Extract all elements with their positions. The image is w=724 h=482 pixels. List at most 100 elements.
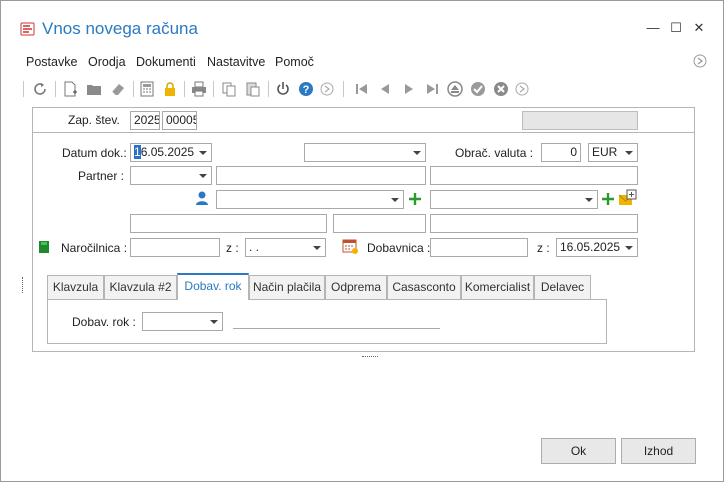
maximize-button[interactable]: ☐ <box>668 20 684 36</box>
calendar-icon <box>342 239 358 254</box>
currency-select[interactable]: EUR <box>588 143 638 162</box>
document-number-row: Zap. štev. 2025 00005 <box>33 108 694 133</box>
open-folder-icon[interactable] <box>85 79 103 99</box>
last-record-icon[interactable] <box>423 79 441 99</box>
tab-odprema[interactable]: Odprema <box>325 275 387 299</box>
window-title: Vnos novega računa <box>42 19 198 38</box>
svg-text:?: ? <box>303 84 310 96</box>
chevron-down-icon <box>199 174 207 178</box>
address-select[interactable] <box>430 190 598 209</box>
first-record-icon[interactable] <box>353 79 371 99</box>
datum-dok-field[interactable]: 16.05.2025 <box>130 143 212 162</box>
toolbar-separator <box>23 81 24 97</box>
lock-icon[interactable] <box>161 79 179 99</box>
copy-icon[interactable] <box>220 79 238 99</box>
tab-dobav-rok[interactable]: Dobav. rok <box>177 273 249 300</box>
partner-name-field[interactable] <box>216 166 426 185</box>
document-type-select[interactable] <box>304 143 426 162</box>
forward-circle-icon[interactable] <box>513 79 531 99</box>
previous-record-icon[interactable] <box>376 79 394 99</box>
dobavnica-z-label: z : <box>537 241 550 255</box>
chevron-down-icon <box>625 246 633 250</box>
toolbar-separator <box>268 81 269 97</box>
mail-icon[interactable] <box>618 189 638 207</box>
empty-field-2[interactable] <box>333 214 426 233</box>
refresh-icon[interactable] <box>31 79 49 99</box>
tab-content-dobav-rok: Dobav. rok : <box>47 299 607 344</box>
tab-komercialist[interactable]: Komercialist <box>461 275 534 299</box>
cancel-icon[interactable] <box>492 79 510 99</box>
dobavnica-date-field[interactable]: 16.05.2025 <box>556 238 638 257</box>
ok-button[interactable]: Ok <box>541 438 616 464</box>
splitter-handle[interactable] <box>22 277 24 293</box>
help-icon[interactable]: ? <box>297 79 315 99</box>
chevron-down-icon <box>625 151 633 155</box>
tab-nacin-placila[interactable]: Način plačila <box>249 275 325 299</box>
next-record-icon[interactable] <box>400 79 418 99</box>
add-address-icon[interactable] <box>601 192 615 206</box>
splitter-handle[interactable] <box>362 356 378 358</box>
number-field[interactable]: 00005 <box>162 111 197 130</box>
forward-circle-icon[interactable] <box>693 54 707 68</box>
toolbar-separator <box>55 81 56 97</box>
menu-orodja[interactable]: Orodja <box>88 55 126 69</box>
dialog-window: Vnos novega računa — ☐ ✕ Postavke Orodja… <box>0 0 724 482</box>
close-button[interactable]: ✕ <box>691 20 707 36</box>
minimize-button[interactable]: — <box>645 20 661 36</box>
tab-klavzula[interactable]: Klavzula <box>47 275 104 299</box>
partner-code-select[interactable] <box>130 166 212 185</box>
menu-postavke[interactable]: Postavke <box>26 55 77 69</box>
valuta-label: Obrač. valuta : <box>455 146 534 160</box>
empty-field-1[interactable] <box>130 214 327 233</box>
new-document-icon[interactable] <box>61 79 79 99</box>
narocilnica-label: Naročilnica : <box>61 241 128 255</box>
contact-person-icon[interactable] <box>195 191 209 206</box>
paste-icon[interactable] <box>244 79 262 99</box>
empty-field-3[interactable] <box>430 214 638 233</box>
dobav-rok-description-line[interactable] <box>233 328 440 329</box>
power-icon[interactable] <box>274 79 292 99</box>
narocilnica-z-label: z : <box>226 241 239 255</box>
menu-pomoc[interactable]: Pomoč <box>275 55 314 69</box>
menu-nastavitve[interactable]: Nastavitve <box>207 55 265 69</box>
dobavnica-field[interactable] <box>430 238 528 257</box>
confirm-icon[interactable] <box>469 79 487 99</box>
add-contact-icon[interactable] <box>408 192 422 206</box>
menu-dokumenti[interactable]: Dokumenti <box>136 55 196 69</box>
exit-button[interactable]: Izhod <box>621 438 696 464</box>
chevron-down-icon <box>413 151 421 155</box>
exchange-rate-field[interactable]: 0 <box>541 143 581 162</box>
toolbar-separator <box>133 81 134 97</box>
year-field[interactable]: 2025 <box>130 111 160 130</box>
eject-icon[interactable] <box>446 79 464 99</box>
print-icon[interactable] <box>190 79 208 99</box>
app-logo-icon <box>20 22 35 36</box>
order-book-icon <box>39 241 49 253</box>
toolbar-separator <box>184 81 185 97</box>
narocilnica-date-field[interactable]: . . <box>245 238 326 257</box>
datum-dok-value: 6.05.2025 <box>140 145 195 159</box>
title-bar: Vnos novega računa — ☐ ✕ <box>1 1 723 49</box>
calculator-icon[interactable] <box>138 79 156 99</box>
date-cursor: 1 <box>134 145 141 159</box>
datum-dok-label: Datum dok.: <box>62 146 127 160</box>
partner-extra-field[interactable] <box>430 166 638 185</box>
contact-select[interactable] <box>216 190 404 209</box>
chevron-down-icon <box>585 198 593 202</box>
chevron-down-icon <box>199 151 207 155</box>
toolbar-separator <box>343 81 344 97</box>
toolbar-separator <box>213 81 214 97</box>
dobav-rok-select[interactable] <box>142 312 223 331</box>
document-form-panel: Zap. štev. 2025 00005 Datum dok.: 16.05.… <box>32 107 695 352</box>
eraser-icon[interactable] <box>109 79 127 99</box>
narocilnica-field[interactable] <box>130 238 220 257</box>
tab-casasconto[interactable]: Casasconto <box>387 275 461 299</box>
forward-circle-icon[interactable] <box>318 79 336 99</box>
tab-delavec[interactable]: Delavec <box>534 275 591 299</box>
partner-label: Partner : <box>78 169 125 183</box>
tab-klavzula-2[interactable]: Klavzula #2 <box>104 275 177 299</box>
chevron-down-icon <box>210 320 218 324</box>
status-field <box>522 111 638 130</box>
dobavnica-label: Dobavnica : <box>367 241 431 255</box>
dobav-rok-label: Dobav. rok : <box>72 315 136 329</box>
